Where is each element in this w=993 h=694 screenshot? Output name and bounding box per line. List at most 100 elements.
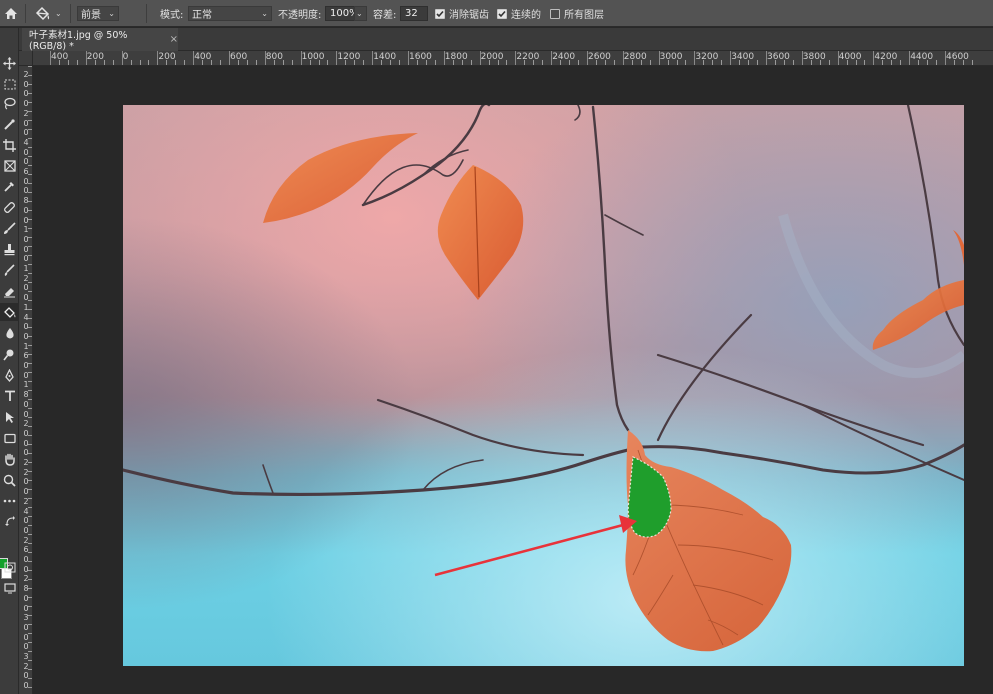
all-layers-checkbox[interactable]	[550, 8, 560, 19]
ruler-minor-tick	[28, 219, 32, 220]
ruler-minor-tick	[28, 93, 32, 94]
ruler-minor-tick	[211, 60, 213, 65]
ruler-minor-tick	[363, 60, 365, 65]
ruler-minor-tick	[774, 60, 776, 65]
ruler-minor-tick	[28, 372, 32, 373]
ruler-minor-tick	[28, 588, 32, 589]
ruler-minor-tick	[28, 309, 32, 310]
home-icon[interactable]	[4, 0, 20, 27]
ruler-label: 4	[23, 137, 29, 147]
horizontal-ruler[interactable]: 400 200 0 200 400 600 800 1000 1200 1400 1600 1800 2…	[33, 51, 993, 66]
ruler-minor-tick	[28, 660, 32, 661]
tolerance-label: 容差:	[373, 10, 397, 21]
ruler-label: 1400	[373, 52, 397, 62]
ruler-minor-tick	[166, 60, 168, 65]
ruler-minor-tick	[846, 60, 848, 65]
frame-icon[interactable]	[0, 157, 19, 175]
swap-colors-icon[interactable]	[0, 512, 19, 530]
type-icon[interactable]	[0, 387, 19, 405]
opacity-dropdown[interactable]: ⌄	[354, 6, 367, 21]
ruler-minor-tick	[112, 60, 114, 65]
ruler-minor-tick	[28, 462, 32, 463]
ruler-minor-tick	[28, 570, 32, 571]
ruler-minor-tick	[28, 300, 32, 301]
ruler-minor-tick	[28, 615, 32, 616]
ruler-minor-tick	[28, 399, 32, 400]
ruler-minor-tick	[28, 192, 32, 193]
tolerance-input[interactable]: 32	[400, 6, 428, 21]
ruler-minor-tick	[76, 60, 78, 65]
ruler-minor-tick	[425, 60, 427, 65]
hand-icon[interactable]	[0, 450, 19, 468]
document-tab[interactable]: 叶子素材1.jpg @ 50%(RGB/8) * ×	[22, 28, 178, 52]
anti-alias-checkbox[interactable]	[435, 8, 445, 19]
ruler-minor-tick	[28, 579, 32, 580]
ruler-minor-tick	[67, 60, 69, 65]
ruler-minor-tick	[28, 471, 32, 472]
ruler-minor-tick	[184, 60, 186, 65]
ruler-minor-tick	[381, 60, 383, 65]
ruler-minor-tick	[28, 282, 32, 283]
paint-bucket-tool-button[interactable]	[0, 303, 19, 321]
ruler-minor-tick	[202, 60, 204, 65]
ruler-minor-tick	[28, 201, 32, 202]
blur-icon[interactable]	[0, 324, 19, 342]
canvas-workspace[interactable]	[33, 66, 993, 694]
tool-preset-picker[interactable]: ⌄	[34, 0, 64, 27]
vertical-ruler[interactable]: 2000200400600800100012001400160018002000…	[19, 66, 33, 694]
rectangle-icon[interactable]	[0, 429, 19, 447]
ruler-label: 0	[23, 516, 29, 526]
move-icon[interactable]	[0, 54, 19, 72]
path-select-icon[interactable]	[0, 408, 19, 426]
all-layers-option[interactable]: 所有图层	[550, 0, 604, 27]
chevron-down-icon: ⌄	[55, 9, 62, 18]
ruler-minor-tick	[220, 60, 222, 65]
ruler-minor-tick	[399, 60, 401, 65]
chevron-down-icon: ⌄	[108, 9, 115, 18]
zoom-icon[interactable]	[0, 471, 19, 489]
opacity-input[interactable]: 100%	[325, 6, 359, 21]
eyedropper-icon[interactable]	[0, 177, 19, 195]
ruler-minor-tick	[28, 327, 32, 328]
close-icon[interactable]: ×	[170, 34, 178, 45]
contiguous-checkbox[interactable]	[497, 8, 507, 19]
ruler-minor-tick	[28, 75, 32, 76]
dodge-icon[interactable]	[0, 345, 19, 363]
ruler-minor-tick	[927, 60, 929, 65]
ruler-minor-tick	[488, 60, 490, 65]
fill-source-select[interactable]: 前景 ⌄	[77, 6, 119, 21]
ruler-minor-tick	[318, 60, 320, 65]
ruler-origin[interactable]	[19, 51, 33, 66]
quick-mask-icon[interactable]	[0, 558, 19, 576]
more-tools-icon[interactable]	[0, 492, 19, 510]
ruler-label: 1	[23, 302, 29, 312]
ruler-minor-tick	[327, 60, 329, 65]
ruler-minor-tick	[631, 60, 633, 65]
clone-stamp-icon[interactable]	[0, 240, 19, 258]
anti-alias-option[interactable]: 消除锯齿	[435, 0, 489, 27]
ruler-label: 1200	[337, 52, 361, 62]
screen-mode-icon[interactable]	[0, 579, 19, 597]
ruler-minor-tick	[739, 60, 741, 65]
contiguous-option[interactable]: 连续的	[497, 0, 541, 27]
ruler-minor-tick	[470, 60, 472, 65]
history-brush-icon[interactable]	[0, 261, 19, 279]
eraser-icon[interactable]	[0, 282, 19, 300]
lasso-icon[interactable]	[0, 94, 19, 112]
mode-label: 模式:	[160, 10, 184, 21]
pen-icon[interactable]	[0, 366, 19, 384]
marquee-icon[interactable]	[0, 75, 19, 93]
ruler-minor-tick	[891, 60, 893, 65]
ruler-minor-tick	[936, 60, 938, 65]
healing-brush-icon[interactable]	[0, 198, 19, 216]
ruler-label: 0	[23, 99, 29, 109]
mode-select[interactable]: 正常 ⌄	[188, 6, 272, 21]
ruler-minor-tick	[918, 60, 920, 65]
quick-select-icon[interactable]	[0, 115, 19, 133]
document-canvas[interactable]	[123, 105, 964, 666]
ruler-minor-tick	[28, 129, 32, 130]
brush-icon[interactable]	[0, 219, 19, 237]
ruler-minor-tick	[900, 60, 902, 65]
crop-icon[interactable]	[0, 136, 19, 154]
ruler-minor-tick	[255, 60, 257, 65]
